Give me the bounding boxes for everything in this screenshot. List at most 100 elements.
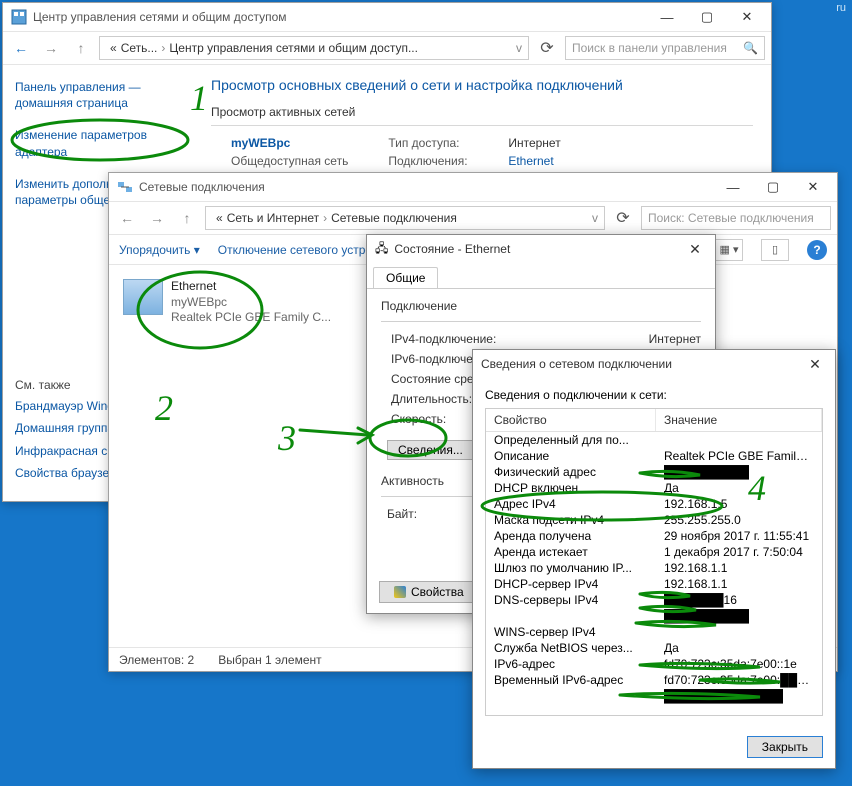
maximize-button[interactable]: ▢ (753, 173, 793, 201)
value-cell: 192.168.1.1 (656, 560, 822, 576)
value-cell (656, 432, 822, 448)
search-icon: 🔍 (743, 41, 758, 55)
table-row[interactable]: Маска подсети IPv4255.255.255.0 (486, 512, 822, 528)
back-button[interactable]: ← (9, 36, 33, 60)
table-row[interactable]: DHCP включенДа (486, 480, 822, 496)
refresh-button[interactable]: ⟳ (535, 36, 559, 60)
sidebar-adapter-settings-link[interactable]: Изменение параметров адаптера (15, 127, 181, 159)
table-row[interactable]: Определенный для по... (486, 432, 822, 448)
close-button[interactable]: ✕ (801, 353, 829, 375)
maximize-button[interactable]: ▢ (687, 3, 727, 31)
search-input[interactable]: Поиск: Сетевые подключения (641, 206, 831, 230)
breadcrumb[interactable]: Сеть и Интернет (227, 211, 319, 225)
ipv4-conn-label: IPv4-подключение: (391, 332, 496, 346)
property-cell (486, 608, 656, 624)
organize-menu[interactable]: Упорядочить ▾ (119, 243, 200, 257)
value-cell: ██████████ (656, 608, 822, 624)
property-cell: Аренда истекает (486, 544, 656, 560)
help-button[interactable]: ? (807, 240, 827, 260)
text-placeholder: Поиск: Сетевые подключения (648, 211, 814, 225)
property-cell: Служба NetBIOS через... (486, 640, 656, 656)
breadcrumb[interactable]: Центр управления сетями и общим доступ..… (169, 41, 418, 55)
table-row[interactable]: Адрес IPv4192.168.1.5 (486, 496, 822, 512)
adapter-name: Ethernet (171, 279, 331, 295)
network-type: Общедоступная сеть (231, 154, 348, 168)
tab-general[interactable]: Общие (373, 267, 438, 288)
details-button[interactable]: Сведения... (387, 440, 474, 460)
connections-label: Подключения: (388, 154, 498, 168)
address-bar[interactable]: « Сеть... › Центр управления сетями и об… (99, 36, 529, 60)
selection-count: Выбран 1 элемент (218, 653, 321, 667)
breadcrumb[interactable]: Сетевые подключения (331, 211, 457, 225)
property-cell: DNS-серверы IPv4 (486, 592, 656, 608)
value-cell: ██████████████ (656, 688, 822, 704)
value-cell: Realtek PCIe GBE Family Controller (656, 448, 822, 464)
breadcrumb[interactable]: « (216, 211, 223, 225)
dropdown-icon[interactable]: v (516, 41, 522, 55)
active-networks-label: Просмотр активных сетей (211, 105, 753, 119)
up-button[interactable]: ↑ (175, 206, 199, 230)
properties-button[interactable]: Свойства (379, 581, 479, 603)
property-cell: IPv6-адрес (486, 656, 656, 672)
forward-button[interactable]: → (39, 36, 63, 60)
table-row[interactable]: Временный IPv6-адресfd70:723c:35da:7e00:… (486, 672, 822, 688)
back-button[interactable]: ← (115, 206, 139, 230)
table-row[interactable]: Аренда истекает1 декабря 2017 г. 7:50:04 (486, 544, 822, 560)
titlebar: Центр управления сетями и общим доступом… (3, 3, 771, 31)
network-connections-icon (117, 179, 133, 195)
table-row[interactable]: DNS-серверы IPv4███████16 (486, 592, 822, 608)
forward-button[interactable]: → (145, 206, 169, 230)
adapter-item-ethernet[interactable]: Ethernet myWEBpc Realtek PCIe GBE Family… (119, 275, 369, 330)
breadcrumb[interactable]: Сеть... (121, 41, 158, 55)
toolbar: ← → ↑ « Сеть и Интернет › Сетевые подклю… (109, 201, 837, 235)
details-table: Свойство Значение Определенный для по...… (485, 408, 823, 716)
table-row[interactable]: ██████████ (486, 608, 822, 624)
search-input[interactable]: Поиск в панели управления 🔍 (565, 36, 765, 60)
table-row[interactable]: DHCP-сервер IPv4192.168.1.1 (486, 576, 822, 592)
property-cell: DHCP включен (486, 480, 656, 496)
table-row[interactable]: ОписаниеRealtek PCIe GBE Family Controll… (486, 448, 822, 464)
view-button[interactable]: ▦ ▾ (715, 239, 743, 261)
col-property[interactable]: Свойство (486, 409, 656, 431)
dialog-titlebar: 🖧 Состояние - Ethernet ✕ (367, 235, 715, 263)
property-cell: WINS-сервер IPv4 (486, 624, 656, 640)
address-bar[interactable]: « Сеть и Интернет › Сетевые подключения … (205, 206, 605, 230)
close-dialog-button[interactable]: Закрыть (747, 736, 823, 758)
dialog-title: Сведения о сетевом подключении (481, 357, 801, 371)
adapter-device: Realtek PCIe GBE Family C... (171, 310, 331, 326)
value-cell: 1 декабря 2017 г. 7:50:04 (656, 544, 822, 560)
table-row[interactable]: Аренда получена29 ноября 2017 г. 11:55:4… (486, 528, 822, 544)
window-title: Сетевые подключения (139, 180, 713, 194)
desktop-corner-text: ru (836, 2, 846, 14)
close-button[interactable]: ✕ (727, 3, 767, 31)
close-button[interactable]: ✕ (681, 238, 709, 260)
table-row[interactable]: Служба NetBIOS через...Да (486, 640, 822, 656)
table-row[interactable]: WINS-сервер IPv4 (486, 624, 822, 640)
value-cell: 192.168.1.5 (656, 496, 822, 512)
dialog-titlebar: Сведения о сетевом подключении ✕ (473, 350, 835, 378)
connection-icon: 🖧 (375, 239, 388, 260)
access-type-label: Тип доступа: (388, 136, 498, 150)
connection-link[interactable]: Ethernet (508, 154, 553, 168)
property-cell: Описание (486, 448, 656, 464)
preview-pane-button[interactable]: ▯ (761, 239, 789, 261)
up-button[interactable]: ↑ (69, 36, 93, 60)
table-row[interactable]: Физический адрес██████████ (486, 464, 822, 480)
breadcrumb[interactable]: « (110, 41, 117, 55)
property-cell (486, 688, 656, 704)
item-count: Элементов: 2 (119, 653, 194, 667)
table-row[interactable]: Шлюз по умолчанию IP...192.168.1.1 (486, 560, 822, 576)
refresh-button[interactable]: ⟳ (611, 206, 635, 230)
property-cell: Маска подсети IPv4 (486, 512, 656, 528)
close-button[interactable]: ✕ (793, 173, 833, 201)
property-cell: Определенный для по... (486, 432, 656, 448)
col-value[interactable]: Значение (656, 409, 822, 431)
table-row[interactable]: ██████████████ (486, 688, 822, 704)
minimize-button[interactable]: — (647, 3, 687, 31)
property-cell: DHCP-сервер IPv4 (486, 576, 656, 592)
value-cell: Да (656, 480, 822, 496)
table-row[interactable]: IPv6-адресfd70:723c:35da:7e00::1e (486, 656, 822, 672)
minimize-button[interactable]: — (713, 173, 753, 201)
dropdown-icon[interactable]: v (592, 211, 598, 225)
sidebar-home-link[interactable]: Панель управления — домашняя страница (15, 79, 181, 111)
